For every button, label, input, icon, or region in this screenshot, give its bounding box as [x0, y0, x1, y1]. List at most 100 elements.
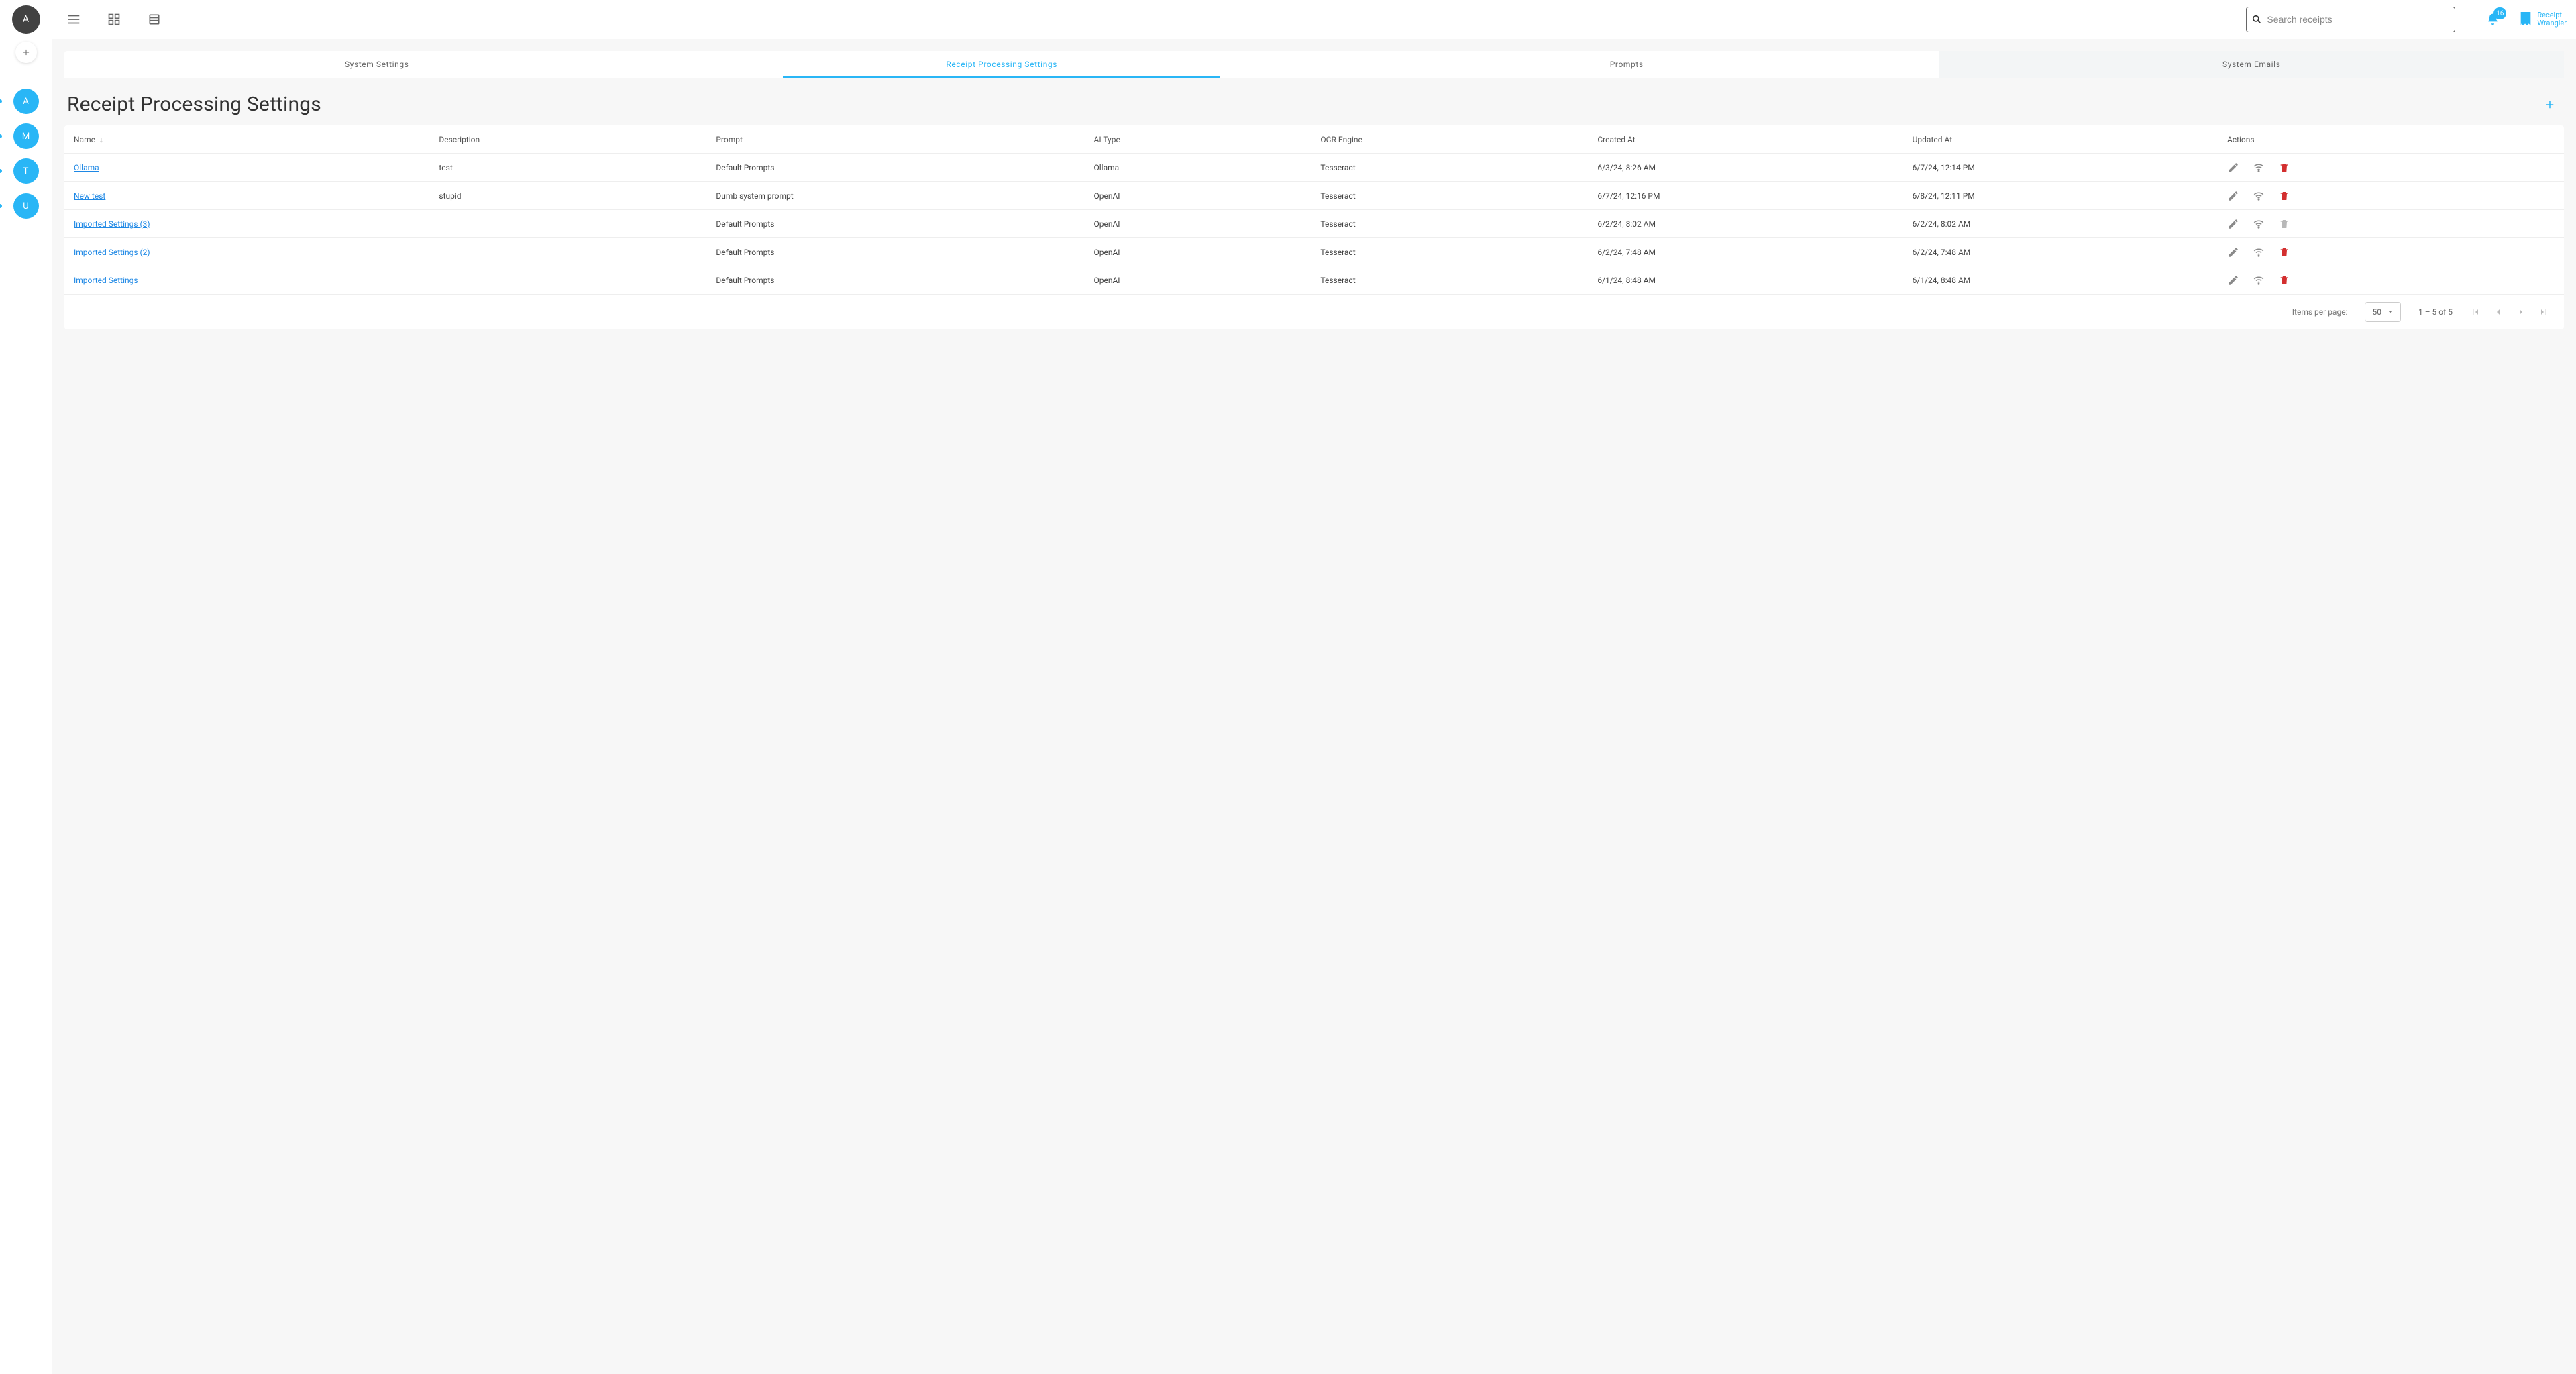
- dashboard-icon: [107, 13, 121, 26]
- delete-button: [2278, 218, 2290, 230]
- column-header-label: Prompt: [716, 135, 743, 144]
- test-connection-button[interactable]: [2253, 218, 2265, 230]
- tab-prompts[interactable]: Prompts: [1314, 51, 1939, 78]
- row-created-at: 6/1/24, 8:48 AM: [1597, 276, 1912, 285]
- wifi-icon: [2253, 246, 2265, 259]
- wifi-icon: [2253, 217, 2265, 231]
- row-created-at: 6/7/24, 12:16 PM: [1597, 191, 1912, 201]
- trash-icon: [2279, 246, 2290, 258]
- first-page-button[interactable]: [2470, 307, 2481, 317]
- pencil-icon: [2227, 246, 2239, 258]
- row-updated-at: 6/8/24, 12:11 PM: [1913, 191, 2227, 201]
- row-prompt: Default Prompts: [716, 248, 1093, 257]
- chevron-left-icon: [2493, 307, 2504, 317]
- row-name-link[interactable]: Imported Settings (2): [74, 248, 150, 257]
- edit-button[interactable]: [2227, 218, 2239, 230]
- edit-button[interactable]: [2227, 190, 2239, 202]
- tab-label: Receipt Processing Settings: [946, 60, 1057, 69]
- delete-button[interactable]: [2278, 246, 2290, 258]
- brand-text: Receipt Wrangler: [2537, 11, 2567, 28]
- plus-icon: [21, 48, 31, 57]
- active-indicator-dot: [0, 169, 2, 173]
- edit-button[interactable]: [2227, 274, 2239, 286]
- column-header-description[interactable]: Description: [439, 135, 716, 144]
- trash-icon: [2279, 162, 2290, 174]
- plus-icon: [2544, 99, 2556, 111]
- row-ai-type: OpenAI: [1093, 276, 1320, 285]
- row-actions: [2227, 246, 2555, 258]
- dashboard-button[interactable]: [106, 11, 122, 28]
- sidebar-item[interactable]: M: [0, 123, 52, 149]
- sidebar-avatar: T: [13, 158, 39, 184]
- column-header-label: Name: [74, 135, 95, 144]
- row-created-at: 6/2/24, 8:02 AM: [1597, 219, 1912, 229]
- pencil-icon: [2227, 190, 2239, 202]
- prev-page-button[interactable]: [2493, 307, 2504, 317]
- sidebar-item[interactable]: T: [0, 158, 52, 184]
- trash-icon: [2279, 190, 2290, 202]
- row-name-link[interactable]: Imported Settings (3): [74, 219, 150, 229]
- page-size-value: 50: [2372, 307, 2381, 317]
- column-header-created-at[interactable]: Created At: [1597, 135, 1912, 144]
- edit-button[interactable]: [2227, 162, 2239, 174]
- column-header-name[interactable]: Name↓: [74, 135, 439, 144]
- row-created-at: 6/2/24, 7:48 AM: [1597, 248, 1912, 257]
- table-row: Imported SettingsDefault PromptsOpenAITe…: [64, 266, 2564, 295]
- tab-receipt-processing-settings[interactable]: Receipt Processing Settings: [690, 51, 1315, 78]
- column-header-updated-at[interactable]: Updated At: [1913, 135, 2227, 144]
- active-indicator-dot: [0, 204, 2, 208]
- sidebar-item[interactable]: U: [0, 193, 52, 219]
- row-name-link[interactable]: Ollama: [74, 163, 99, 172]
- row-actions: [2227, 218, 2555, 230]
- notifications-button[interactable]: 16: [2486, 13, 2500, 26]
- column-header-prompt[interactable]: Prompt: [716, 135, 1093, 144]
- delete-button[interactable]: [2278, 274, 2290, 286]
- row-name-link[interactable]: Imported Settings: [74, 276, 138, 285]
- column-header-ocr-engine[interactable]: OCR Engine: [1320, 135, 1597, 144]
- user-avatar[interactable]: A: [12, 5, 40, 34]
- first-page-icon: [2470, 307, 2481, 317]
- sidebar-item[interactable]: A: [0, 89, 52, 114]
- add-setting-button[interactable]: [2538, 96, 2561, 113]
- topbar: 16 Receipt Wrangler: [52, 0, 2576, 39]
- sidebar-avatar: A: [13, 89, 39, 114]
- pencil-icon: [2227, 274, 2239, 286]
- row-ai-type: OpenAI: [1093, 191, 1320, 201]
- notifications-badge: 16: [2493, 7, 2506, 19]
- row-ai-type: OpenAI: [1093, 248, 1320, 257]
- brand-logo[interactable]: Receipt Wrangler: [2518, 11, 2567, 28]
- paginator-range: 1 – 5 of 5: [2418, 307, 2453, 317]
- test-connection-button[interactable]: [2253, 274, 2265, 286]
- delete-button[interactable]: [2278, 162, 2290, 174]
- test-connection-button[interactable]: [2253, 162, 2265, 174]
- paginator-label: Items per page:: [2292, 307, 2348, 317]
- pencil-icon: [2227, 162, 2239, 174]
- trash-icon: [2279, 218, 2290, 230]
- tab-system-emails[interactable]: System Emails: [1939, 51, 2565, 78]
- search-wrap: [2246, 7, 2455, 32]
- column-header-actions[interactable]: Actions: [2227, 135, 2555, 144]
- tab-label: System Emails: [2222, 60, 2281, 69]
- test-connection-button[interactable]: [2253, 190, 2265, 202]
- list-view-button[interactable]: [146, 11, 162, 28]
- add-workspace-button[interactable]: [15, 42, 37, 63]
- column-header-label: OCR Engine: [1320, 135, 1362, 144]
- column-header-ai-type[interactable]: AI Type: [1093, 135, 1320, 144]
- next-page-button[interactable]: [2516, 307, 2526, 317]
- search-input[interactable]: [2246, 7, 2455, 32]
- edit-button[interactable]: [2227, 246, 2239, 258]
- delete-button[interactable]: [2278, 190, 2290, 202]
- tab-system-settings[interactable]: System Settings: [64, 51, 690, 78]
- trash-icon: [2279, 274, 2290, 286]
- table-row: Imported Settings (3)Default PromptsOpen…: [64, 210, 2564, 238]
- sidebar-avatar: M: [13, 123, 39, 149]
- left-rail: A AMTU: [0, 0, 52, 1374]
- row-name-link[interactable]: New test: [74, 191, 105, 201]
- page-size-select[interactable]: 50: [2365, 302, 2401, 322]
- last-page-button[interactable]: [2538, 307, 2549, 317]
- column-header-label: Description: [439, 135, 480, 144]
- main-column: 16 Receipt Wrangler System Settings Recei…: [52, 0, 2576, 1374]
- menu-button[interactable]: [66, 11, 82, 28]
- test-connection-button[interactable]: [2253, 246, 2265, 258]
- row-updated-at: 6/2/24, 7:48 AM: [1913, 248, 2227, 257]
